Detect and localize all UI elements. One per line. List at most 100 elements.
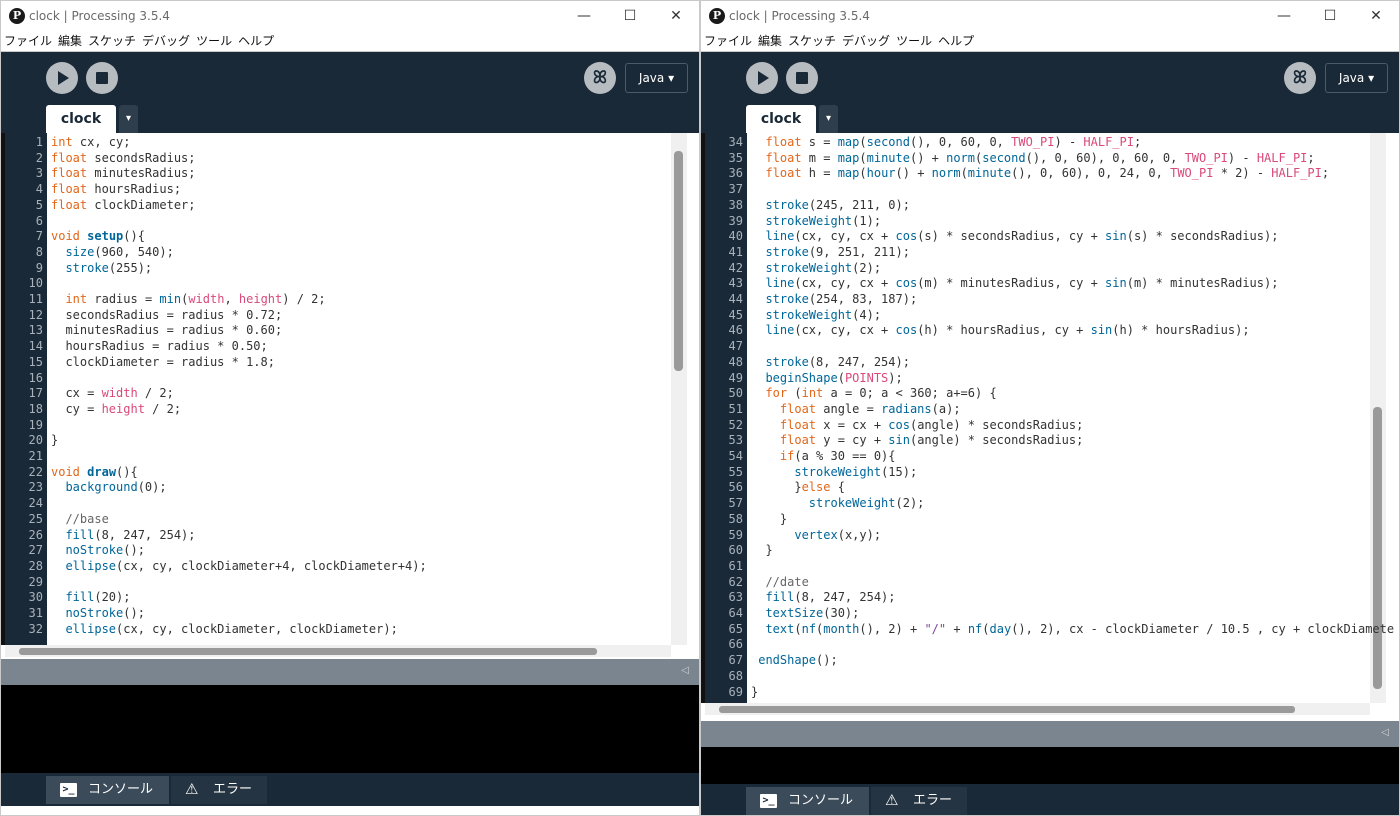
code-line[interactable]: stroke(8, 247, 254); <box>751 355 910 371</box>
menu-edit[interactable]: 編集 <box>755 32 785 51</box>
code-line[interactable]: }else { <box>751 480 845 496</box>
code-line[interactable]: int radius = min(width, height) / 2; <box>51 292 325 308</box>
menu-file[interactable]: ファイル <box>701 32 755 51</box>
code-line[interactable]: fill(20); <box>51 590 130 606</box>
code-line[interactable]: stroke(9, 251, 211); <box>751 245 910 261</box>
code-line[interactable]: noStroke(); <box>51 606 144 622</box>
code-line[interactable]: hoursRadius = radius * 0.50; <box>51 339 267 355</box>
code-line[interactable]: fill(8, 247, 254); <box>51 528 195 544</box>
code-line[interactable]: float angle = radians(a); <box>751 402 961 418</box>
menu-sketch[interactable]: スケッチ <box>785 32 839 51</box>
code-line[interactable]: } <box>751 685 758 701</box>
code-line[interactable]: line(cx, cy, cx + cos(m) * minutesRadius… <box>751 276 1278 292</box>
menu-file[interactable]: ファイル <box>1 32 55 51</box>
code-line[interactable]: secondsRadius = radius * 0.72; <box>51 308 282 324</box>
code-line[interactable]: for (int a = 0; a < 360; a+=6) { <box>751 386 996 402</box>
stop-button[interactable] <box>86 62 118 94</box>
code-line[interactable]: strokeWeight(2); <box>751 261 881 277</box>
menu-help[interactable]: ヘルプ <box>235 32 277 51</box>
console-tab[interactable]: >_ コンソール <box>746 787 869 815</box>
code-line[interactable]: stroke(255); <box>51 261 152 277</box>
code-line[interactable]: float minutesRadius; <box>51 166 196 182</box>
code-line[interactable]: float m = map(minute() + norm(second(), … <box>751 151 1314 167</box>
code-line[interactable]: float x = cx + cos(angle) * secondsRadiu… <box>751 418 1083 434</box>
code-line[interactable]: strokeWeight(2); <box>751 496 925 512</box>
horizontal-scrollbar[interactable] <box>5 645 671 657</box>
tab-clock[interactable]: clock <box>746 105 816 133</box>
console-tab[interactable]: >_ コンソール <box>46 776 169 804</box>
code-line[interactable]: stroke(254, 83, 187); <box>751 292 917 308</box>
code-line[interactable]: noStroke(); <box>51 543 144 559</box>
code-line[interactable]: float secondsRadius; <box>51 151 196 167</box>
menu-debug[interactable]: デバッグ <box>139 32 193 51</box>
code-line[interactable]: minutesRadius = radius * 0.60; <box>51 323 282 339</box>
code-line[interactable]: cx = width / 2; <box>51 386 173 402</box>
menu-debug[interactable]: デバッグ <box>839 32 893 51</box>
code-line[interactable]: line(cx, cy, cx + cos(h) * hoursRadius, … <box>751 323 1249 339</box>
console-area[interactable] <box>1 685 699 773</box>
close-icon[interactable]: ✕ <box>653 4 699 28</box>
maximize-icon[interactable]: ☐ <box>607 4 653 28</box>
minimize-icon[interactable]: — <box>561 4 607 28</box>
code-line[interactable]: text(nf(month(), 2) + "/" + nf(day(), 2)… <box>751 622 1394 638</box>
code-line[interactable]: textSize(30); <box>751 606 859 622</box>
code-line[interactable]: strokeWeight(1); <box>751 214 881 230</box>
code-line[interactable]: endShape(); <box>751 653 837 669</box>
code-line[interactable]: stroke(245, 211, 0); <box>751 198 910 214</box>
code-line[interactable]: float h = map(hour() + norm(minute(), 0,… <box>751 166 1329 182</box>
code-line[interactable]: float y = cy + sin(angle) * secondsRadiu… <box>751 433 1083 449</box>
console-area[interactable] <box>701 747 1399 784</box>
horizontal-scrollbar-thumb[interactable] <box>719 706 1295 713</box>
close-icon[interactable]: ✕ <box>1353 4 1399 28</box>
code-line[interactable]: ellipse(cx, cy, clockDiameter, clockDiam… <box>51 622 397 638</box>
code-line[interactable]: cy = height / 2; <box>51 402 181 418</box>
run-button[interactable] <box>746 62 778 94</box>
tab-clock[interactable]: clock <box>46 105 116 133</box>
errors-tab[interactable]: ⚠ エラー <box>871 787 967 815</box>
vertical-scrollbar-thumb[interactable] <box>1373 407 1382 689</box>
menu-tools[interactable]: ツール <box>193 32 235 51</box>
code-line[interactable]: } <box>51 433 58 449</box>
stop-button[interactable] <box>786 62 818 94</box>
vertical-scrollbar-thumb[interactable] <box>674 151 683 371</box>
code-line[interactable]: void draw(){ <box>51 465 138 481</box>
code-line[interactable]: clockDiameter = radius * 1.8; <box>51 355 275 371</box>
code-line[interactable]: line(cx, cy, cx + cos(s) * secondsRadius… <box>751 229 1278 245</box>
debug-button[interactable]: ꕤ <box>584 62 616 94</box>
collapse-icon[interactable]: ◁ <box>1381 727 1389 738</box>
collapse-icon[interactable]: ◁ <box>681 665 689 676</box>
menu-help[interactable]: ヘルプ <box>935 32 977 51</box>
code-line[interactable]: size(960, 540); <box>51 245 173 261</box>
code-line[interactable]: strokeWeight(4); <box>751 308 881 324</box>
code-line[interactable]: if(a % 30 == 0){ <box>751 449 896 465</box>
code-line[interactable]: } <box>751 512 787 528</box>
vertical-scrollbar[interactable] <box>1370 133 1386 703</box>
errors-tab[interactable]: ⚠ エラー <box>171 776 267 804</box>
code-line[interactable]: void setup(){ <box>51 229 145 245</box>
code-line[interactable]: //date <box>751 575 808 591</box>
code-editor[interactable]: 1 2 3 4 5 6 7 8 9 10 11 12 13 14 15 16 17 18 19 20 21 22 23 24 2… <box>1 133 699 657</box>
code-line[interactable]: vertex(x,y); <box>751 528 881 544</box>
minimize-icon[interactable]: — <box>1261 4 1307 28</box>
mode-selector[interactable]: Java ▾ <box>625 63 688 93</box>
menu-sketch[interactable]: スケッチ <box>85 32 139 51</box>
tab-menu-button[interactable]: ▾ <box>119 105 138 133</box>
mode-selector[interactable]: Java ▾ <box>1325 63 1388 93</box>
horizontal-scrollbar[interactable] <box>705 703 1370 715</box>
code-line[interactable]: ellipse(cx, cy, clockDiameter+4, clockDi… <box>51 559 426 575</box>
code-line[interactable]: //base <box>51 512 108 528</box>
code-line[interactable]: int cx, cy; <box>51 135 130 151</box>
code-line[interactable]: float hoursRadius; <box>51 182 181 198</box>
code-line[interactable]: beginShape(POINTS); <box>751 371 902 387</box>
debug-button[interactable]: ꕤ <box>1284 62 1316 94</box>
code-line[interactable]: background(0); <box>51 480 166 496</box>
vertical-scrollbar[interactable] <box>671 133 687 645</box>
code-line[interactable]: float clockDiameter; <box>51 198 196 214</box>
code-editor[interactable]: 34 35 36 37 38 39 40 41 42 43 44 45 46 47 48 49 50 51 52 53… <box>701 133 1399 715</box>
code-line[interactable]: strokeWeight(15); <box>751 465 917 481</box>
menu-edit[interactable]: 編集 <box>55 32 85 51</box>
horizontal-scrollbar-thumb[interactable] <box>19 648 597 655</box>
tab-menu-button[interactable]: ▾ <box>819 105 838 133</box>
menu-tools[interactable]: ツール <box>893 32 935 51</box>
run-button[interactable] <box>46 62 78 94</box>
